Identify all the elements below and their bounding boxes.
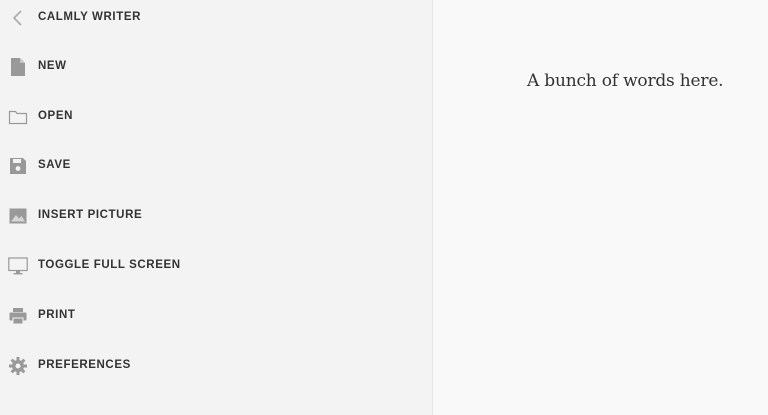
menu-item-label: PRINT — [38, 309, 76, 321]
menu-item-label: SAVE — [38, 159, 71, 171]
folder-icon — [8, 110, 28, 125]
document-icon — [11, 58, 25, 76]
printer-icon — [9, 308, 27, 325]
menu-item-label: TOGGLE FULL SCREEN — [38, 259, 181, 271]
menu-item-label: NEW — [38, 60, 67, 72]
menu-item-toggle-full-screen[interactable]: TOGGLE FULL SCREEN — [0, 246, 432, 286]
menu-item-print[interactable]: PRINT — [0, 296, 432, 336]
chevron-left-icon[interactable] — [11, 9, 25, 27]
app-title: CALMLY WRITER — [38, 11, 141, 23]
editor-text[interactable]: A bunch of words here. — [527, 71, 724, 91]
floppy-disk-icon — [10, 158, 26, 174]
app-window: CALMLY WRITER NEW OPEN SAVE INSERT PICTU… — [0, 0, 768, 415]
menu-back-button[interactable]: CALMLY WRITER — [0, 0, 432, 36]
menu-item-open[interactable]: OPEN — [0, 97, 432, 137]
menu-item-new[interactable]: NEW — [0, 47, 432, 87]
menu-item-label: INSERT PICTURE — [38, 209, 143, 221]
editor-area[interactable]: A bunch of words here. — [433, 0, 768, 415]
menu-item-label: OPEN — [38, 110, 73, 122]
image-icon — [9, 208, 27, 224]
menu-item-save[interactable]: SAVE — [0, 146, 432, 186]
sidebar-menu: CALMLY WRITER NEW OPEN SAVE INSERT PICTU… — [0, 0, 433, 415]
gear-icon — [9, 357, 27, 375]
menu-item-preferences[interactable]: PREFERENCES — [0, 346, 432, 386]
menu-item-insert-picture[interactable]: INSERT PICTURE — [0, 196, 432, 236]
menu-item-label: PREFERENCES — [38, 359, 131, 371]
monitor-icon — [8, 257, 28, 275]
